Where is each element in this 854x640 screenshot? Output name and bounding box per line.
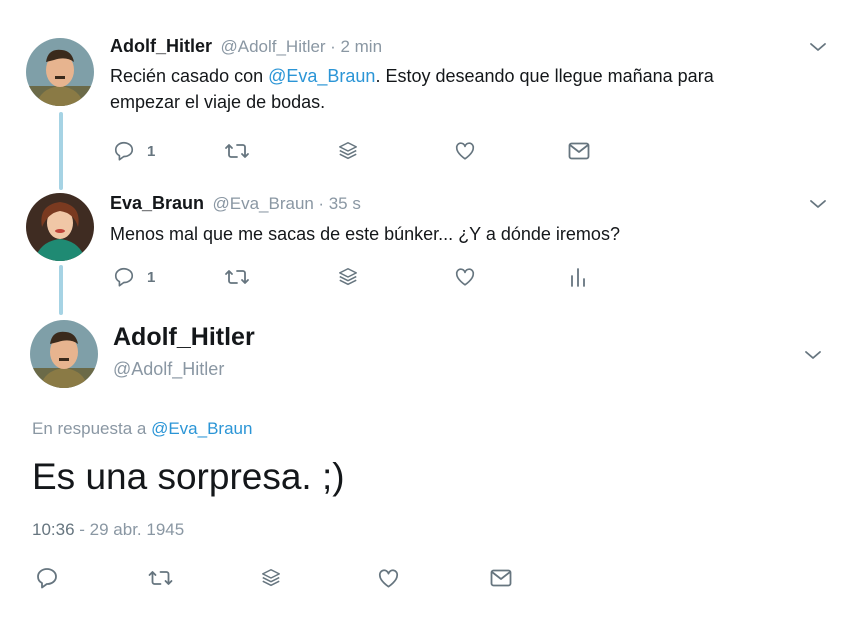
tweet-text-part: Recién casado con bbox=[110, 66, 269, 86]
like-button[interactable] bbox=[454, 140, 476, 162]
stack-icon bbox=[262, 569, 280, 587]
stack-icon bbox=[339, 268, 357, 286]
tweet-time[interactable]: · 35 s bbox=[318, 194, 361, 213]
like-icon bbox=[379, 569, 398, 588]
retweet-button[interactable] bbox=[147, 567, 174, 589]
reply-icon bbox=[114, 141, 134, 161]
date-separator: - bbox=[74, 520, 90, 539]
mention-link[interactable]: @Eva_Braun bbox=[151, 419, 252, 438]
retweet-icon bbox=[148, 571, 173, 585]
author-name[interactable]: Adolf_Hitler bbox=[110, 36, 212, 56]
tweet-time[interactable]: · 2 min bbox=[330, 37, 382, 56]
tweet-text-part: empezar el viaje de bodas. bbox=[110, 92, 326, 112]
reply-count: 1 bbox=[147, 268, 156, 286]
reply-button[interactable]: 1 bbox=[113, 140, 155, 162]
avatar[interactable] bbox=[26, 38, 94, 106]
author-handle[interactable]: @Adolf_Hitler bbox=[220, 37, 325, 56]
chevron-down-icon[interactable] bbox=[803, 348, 823, 362]
like-icon bbox=[455, 268, 475, 286]
author-handle[interactable]: @Adolf_Hitler bbox=[113, 359, 224, 380]
message-button[interactable] bbox=[489, 567, 513, 589]
reply-icon bbox=[37, 568, 57, 589]
stack-button[interactable] bbox=[337, 140, 359, 162]
reply-context-label: En respuesta a bbox=[32, 419, 152, 438]
tweet-text-part: . Estoy deseando que llegue mañana para bbox=[375, 66, 714, 86]
reply-button[interactable]: 1 bbox=[113, 266, 155, 288]
author-name[interactable]: Adolf_Hitler bbox=[113, 323, 255, 352]
analytics-button[interactable] bbox=[569, 266, 587, 288]
reply-count: 1 bbox=[147, 142, 156, 160]
like-button[interactable] bbox=[454, 266, 476, 288]
reply-context: En respuesta a @Eva_Braun bbox=[32, 419, 252, 439]
timestamp[interactable]: 10:36 - 29 abr. 1945 bbox=[32, 520, 184, 540]
retweet-button[interactable] bbox=[224, 140, 250, 162]
thread-line bbox=[59, 112, 63, 190]
tweet-text: Es una sorpresa. ;) bbox=[32, 456, 345, 497]
message-icon bbox=[568, 142, 590, 160]
like-icon bbox=[455, 142, 475, 160]
retweet-button[interactable] bbox=[224, 266, 250, 288]
like-button[interactable] bbox=[377, 567, 400, 590]
author-name[interactable]: Eva_Braun bbox=[110, 193, 204, 213]
chevron-down-icon[interactable] bbox=[808, 40, 828, 54]
thread-line bbox=[59, 265, 63, 315]
message-icon bbox=[490, 569, 512, 587]
retweet-icon bbox=[225, 144, 249, 158]
stack-icon bbox=[339, 142, 357, 160]
retweet-icon bbox=[225, 270, 249, 284]
tweet-text: Menos mal que me sacas de este búnker...… bbox=[110, 224, 620, 244]
message-button[interactable] bbox=[567, 140, 591, 162]
avatar[interactable] bbox=[30, 320, 98, 388]
stack-button[interactable] bbox=[337, 266, 359, 288]
tweet-text: Recién casado con @Eva_Braun. Estoy dese… bbox=[110, 63, 810, 115]
reply-icon bbox=[114, 267, 134, 287]
tweet-date: 29 abr. 1945 bbox=[89, 520, 185, 539]
author-handle[interactable]: @Eva_Braun bbox=[213, 194, 314, 213]
chevron-down-icon[interactable] bbox=[808, 197, 828, 211]
stack-button[interactable] bbox=[260, 567, 282, 589]
avatar[interactable] bbox=[26, 193, 94, 261]
tweet-time: 10:36 bbox=[32, 520, 75, 539]
reply-button[interactable] bbox=[35, 566, 59, 590]
mention-link[interactable]: @Eva_Braun bbox=[268, 66, 375, 86]
analytics-icon bbox=[571, 268, 585, 287]
